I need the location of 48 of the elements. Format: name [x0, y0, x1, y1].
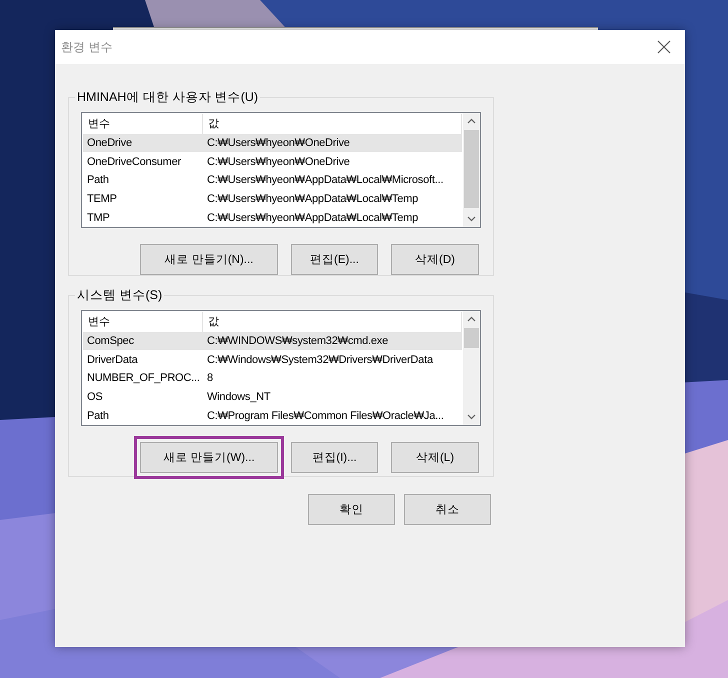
variable-row[interactable]: DriverData C:₩Windows₩System32₩Drivers₩DriverData	[83, 350, 462, 369]
variable-list[interactable]	[81, 112, 481, 228]
variable-value: C:₩Users₩hyeon₩AppData₩Local₩Temp	[207, 193, 418, 205]
cancel-button[interactable]: 취소	[404, 494, 491, 525]
variable-row[interactable]: ComSpec C:₩WINDOWS₩system32₩cmd.exe	[83, 332, 462, 350]
variable-value: C:₩Program Files₩Common Files₩Oracle₩Ja...	[207, 410, 444, 422]
scroll-thumb[interactable]	[464, 328, 479, 348]
variable-name: OS	[87, 391, 102, 403]
variable-value: C:₩Windows₩System32₩Drivers₩DriverData	[207, 354, 433, 366]
variable-name: OneDriveConsumer	[87, 156, 182, 168]
variable-name: Path	[87, 410, 109, 422]
variable-row[interactable]: TMP C:₩Users₩hyeon₩AppData₩Local₩Temp	[83, 208, 462, 227]
variable-name: NUMBER_OF_PROC...	[87, 372, 200, 384]
ok-button[interactable]: 확인	[308, 494, 395, 525]
variable-value: 8	[207, 372, 213, 384]
variable-row[interactable]: TEMP C:₩Users₩hyeon₩AppData₩Local₩Temp	[83, 190, 462, 208]
variable-value: C:₩Users₩hyeon₩AppData₩Local₩Temp	[207, 212, 418, 224]
variable-row[interactable]: OS Windows_NT	[83, 388, 462, 406]
variable-name: Path	[87, 174, 109, 186]
action-button[interactable]: 삭제(D)	[391, 244, 479, 275]
variable-name: ComSpec	[87, 334, 134, 347]
action-button[interactable]: 새로 만들기(N)...	[140, 244, 278, 275]
group-label: 시스템 변수(S)	[76, 287, 164, 304]
action-button[interactable]: 새로 만들기(W)...	[140, 442, 278, 473]
variable-name: TMP	[87, 212, 110, 224]
scrollbar[interactable]	[463, 113, 480, 227]
variable-list[interactable]: 변수 값 ComSpec C:₩WINDOWS₩system32₩cmd.exe DriverData C:₩Windows₩System32₩Drivers₩DriverData NUMBER_OF_PROC... 8 OS Windows_NT Path C:₩Program Files₩Common Files₩Oracle₩Ja...	[81, 310, 481, 426]
variable-name: DriverData	[87, 354, 138, 366]
action-button[interactable]: 편집(E)...	[291, 244, 378, 275]
variable-value: C:₩Users₩hyeon₩AppData₩Local₩Microsoft...	[207, 174, 444, 186]
variable-row[interactable]: NUMBER_OF_PROC... 8	[83, 369, 462, 388]
close-icon	[657, 40, 671, 54]
variable-value: C:₩Users₩hyeon₩OneDrive	[207, 156, 350, 168]
variable-value: C:₩WINDOWS₩system32₩cmd.exe	[207, 334, 388, 347]
variable-value: Windows_NT	[207, 391, 270, 403]
group-label: HMINAH에 대한 사용자 변수(U)	[76, 89, 260, 106]
scrollbar[interactable]	[463, 311, 480, 425]
variable-row[interactable]: OneDrive C:₩Users₩hyeon₩OneDrive	[83, 134, 462, 152]
variable-value: C:₩Users₩hyeon₩OneDrive	[207, 136, 350, 149]
window-title: 환경 변수	[61, 38, 112, 56]
variable-row[interactable]: Path C:₩Program Files₩Common Files₩Oracle₩Ja...	[83, 406, 462, 425]
variable-row[interactable]: Path C:₩Users₩hyeon₩AppData₩Local₩Microsoft...	[83, 171, 462, 190]
variable-row[interactable]: OneDriveConsumer C:₩Users₩hyeon₩OneDrive	[83, 152, 462, 171]
variable-name: TEMP	[87, 193, 117, 205]
variable-name: OneDrive	[87, 136, 132, 149]
scroll-thumb[interactable]	[464, 130, 479, 208]
action-button[interactable]: 편집(I)...	[291, 442, 378, 473]
action-button[interactable]: 삭제(L)	[391, 442, 479, 473]
